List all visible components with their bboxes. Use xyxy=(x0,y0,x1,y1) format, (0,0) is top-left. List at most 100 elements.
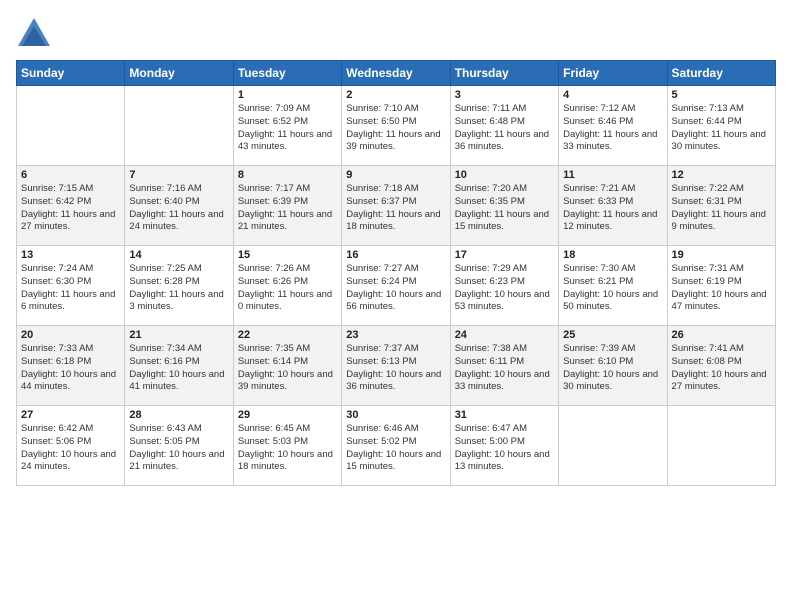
day-number: 8 xyxy=(238,169,337,181)
day-number: 2 xyxy=(346,89,445,101)
calendar-cell: 4Sunrise: 7:12 AM Sunset: 6:46 PM Daylig… xyxy=(559,86,667,166)
day-info: Sunrise: 6:43 AM Sunset: 5:05 PM Dayligh… xyxy=(129,423,228,474)
calendar-cell: 18Sunrise: 7:30 AM Sunset: 6:21 PM Dayli… xyxy=(559,246,667,326)
day-info: Sunrise: 7:09 AM Sunset: 6:52 PM Dayligh… xyxy=(238,103,337,154)
day-info: Sunrise: 7:41 AM Sunset: 6:08 PM Dayligh… xyxy=(672,343,771,394)
day-number: 25 xyxy=(563,329,662,341)
day-number: 26 xyxy=(672,329,771,341)
day-info: Sunrise: 7:24 AM Sunset: 6:30 PM Dayligh… xyxy=(21,263,120,314)
day-number: 30 xyxy=(346,409,445,421)
calendar-cell: 8Sunrise: 7:17 AM Sunset: 6:39 PM Daylig… xyxy=(233,166,341,246)
day-number: 15 xyxy=(238,249,337,261)
day-info: Sunrise: 7:16 AM Sunset: 6:40 PM Dayligh… xyxy=(129,183,228,234)
header-friday: Friday xyxy=(559,61,667,86)
day-info: Sunrise: 6:45 AM Sunset: 5:03 PM Dayligh… xyxy=(238,423,337,474)
day-number: 28 xyxy=(129,409,228,421)
calendar-cell: 28 Sunrise: 6:43 AM Sunset: 5:05 PM Dayli… xyxy=(125,406,233,486)
calendar-cell: 5 Sunrise: 7:13 AM Sunset: 6:44 PM Daylig… xyxy=(667,86,775,166)
day-number: 18 xyxy=(563,249,662,261)
calendar-cell: 9 Sunrise: 7:18 AM Sunset: 6:37 PM Daylig… xyxy=(342,166,450,246)
calendar-cell: 27 Sunrise: 6:42 AM Sunset: 5:06 PM Dayli… xyxy=(17,406,125,486)
day-info: Sunrise: 7:20 AM Sunset: 6:35 PM Dayligh… xyxy=(455,183,554,234)
day-info: Sunrise: 7:38 AM Sunset: 6:11 PM Dayligh… xyxy=(455,343,554,394)
day-number: 21 xyxy=(129,329,228,341)
calendar-cell xyxy=(559,406,667,486)
calendar-cell: 22 Sunrise: 7:35 AM Sunset: 6:14 PM Dayli… xyxy=(233,326,341,406)
day-info: Sunrise: 7:29 AM Sunset: 6:23 PM Dayligh… xyxy=(455,263,554,314)
day-number: 1 xyxy=(238,89,337,101)
week-row-4: 20 Sunrise: 7:33 AM Sunset: 6:18 PM Dayli… xyxy=(17,326,776,406)
day-info: Sunrise: 7:33 AM Sunset: 6:18 PM Dayligh… xyxy=(21,343,120,394)
week-row-5: 27 Sunrise: 6:42 AM Sunset: 5:06 PM Dayli… xyxy=(17,406,776,486)
day-info: Sunrise: 7:13 AM Sunset: 6:44 PM Dayligh… xyxy=(672,103,771,154)
calendar-cell: 13 Sunrise: 7:24 AM Sunset: 6:30 PM Dayli… xyxy=(17,246,125,326)
header-wednesday: Wednesday xyxy=(342,61,450,86)
day-info: Sunrise: 7:15 AM Sunset: 6:42 PM Dayligh… xyxy=(21,183,120,234)
day-info: Sunrise: 6:46 AM Sunset: 5:02 PM Dayligh… xyxy=(346,423,445,474)
day-number: 9 xyxy=(346,169,445,181)
day-number: 14 xyxy=(129,249,228,261)
calendar-cell: 16 Sunrise: 7:27 AM Sunset: 6:24 PM Dayli… xyxy=(342,246,450,326)
day-number: 3 xyxy=(455,89,554,101)
header-monday: Monday xyxy=(125,61,233,86)
calendar-cell: 30 Sunrise: 6:46 AM Sunset: 5:02 PM Dayli… xyxy=(342,406,450,486)
calendar-cell: 14 Sunrise: 7:25 AM Sunset: 6:28 PM Dayli… xyxy=(125,246,233,326)
header-row: SundayMondayTuesdayWednesdayThursdayFrid… xyxy=(17,61,776,86)
day-number: 24 xyxy=(455,329,554,341)
calendar-cell: 25 Sunrise: 7:39 AM Sunset: 6:10 PM Dayli… xyxy=(559,326,667,406)
day-info: Sunrise: 7:11 AM Sunset: 6:48 PM Dayligh… xyxy=(455,103,554,154)
day-info: Sunrise: 7:25 AM Sunset: 6:28 PM Dayligh… xyxy=(129,263,228,314)
calendar-cell: 3 Sunrise: 7:11 AM Sunset: 6:48 PM Daylig… xyxy=(450,86,558,166)
day-number: 19 xyxy=(672,249,771,261)
day-number: 7 xyxy=(129,169,228,181)
day-number: 4 xyxy=(563,89,662,101)
calendar-cell xyxy=(17,86,125,166)
day-number: 29 xyxy=(238,409,337,421)
day-number: 13 xyxy=(21,249,120,261)
header-sunday: Sunday xyxy=(17,61,125,86)
calendar-cell: 11Sunrise: 7:21 AM Sunset: 6:33 PM Dayli… xyxy=(559,166,667,246)
day-info: Sunrise: 7:35 AM Sunset: 6:14 PM Dayligh… xyxy=(238,343,337,394)
day-info: Sunrise: 7:37 AM Sunset: 6:13 PM Dayligh… xyxy=(346,343,445,394)
calendar-cell: 31Sunrise: 6:47 AM Sunset: 5:00 PM Dayli… xyxy=(450,406,558,486)
calendar-cell: 19 Sunrise: 7:31 AM Sunset: 6:19 PM Dayli… xyxy=(667,246,775,326)
day-number: 17 xyxy=(455,249,554,261)
calendar-body: 1 Sunrise: 7:09 AM Sunset: 6:52 PM Daylig… xyxy=(17,86,776,486)
day-number: 23 xyxy=(346,329,445,341)
day-number: 10 xyxy=(455,169,554,181)
day-number: 27 xyxy=(21,409,120,421)
calendar-cell: 17 Sunrise: 7:29 AM Sunset: 6:23 PM Dayli… xyxy=(450,246,558,326)
calendar-header: SundayMondayTuesdayWednesdayThursdayFrid… xyxy=(17,61,776,86)
calendar-cell: 26 Sunrise: 7:41 AM Sunset: 6:08 PM Dayli… xyxy=(667,326,775,406)
day-number: 22 xyxy=(238,329,337,341)
header-thursday: Thursday xyxy=(450,61,558,86)
day-number: 5 xyxy=(672,89,771,101)
day-number: 16 xyxy=(346,249,445,261)
day-info: Sunrise: 7:21 AM Sunset: 6:33 PM Dayligh… xyxy=(563,183,662,234)
day-info: Sunrise: 7:31 AM Sunset: 6:19 PM Dayligh… xyxy=(672,263,771,314)
calendar-cell: 12 Sunrise: 7:22 AM Sunset: 6:31 PM Dayli… xyxy=(667,166,775,246)
week-row-2: 6 Sunrise: 7:15 AM Sunset: 6:42 PM Daylig… xyxy=(17,166,776,246)
calendar-cell: 2 Sunrise: 7:10 AM Sunset: 6:50 PM Daylig… xyxy=(342,86,450,166)
day-info: Sunrise: 7:34 AM Sunset: 6:16 PM Dayligh… xyxy=(129,343,228,394)
calendar-cell: 23 Sunrise: 7:37 AM Sunset: 6:13 PM Dayli… xyxy=(342,326,450,406)
calendar-cell xyxy=(667,406,775,486)
day-info: Sunrise: 7:39 AM Sunset: 6:10 PM Dayligh… xyxy=(563,343,662,394)
calendar-cell xyxy=(125,86,233,166)
day-number: 12 xyxy=(672,169,771,181)
day-info: Sunrise: 7:22 AM Sunset: 6:31 PM Dayligh… xyxy=(672,183,771,234)
day-number: 20 xyxy=(21,329,120,341)
day-info: Sunrise: 6:42 AM Sunset: 5:06 PM Dayligh… xyxy=(21,423,120,474)
header-saturday: Saturday xyxy=(667,61,775,86)
calendar-cell: 10 Sunrise: 7:20 AM Sunset: 6:35 PM Dayli… xyxy=(450,166,558,246)
day-info: Sunrise: 7:10 AM Sunset: 6:50 PM Dayligh… xyxy=(346,103,445,154)
day-info: Sunrise: 6:47 AM Sunset: 5:00 PM Dayligh… xyxy=(455,423,554,474)
calendar-cell: 15Sunrise: 7:26 AM Sunset: 6:26 PM Dayli… xyxy=(233,246,341,326)
day-info: Sunrise: 7:27 AM Sunset: 6:24 PM Dayligh… xyxy=(346,263,445,314)
calendar-cell: 7 Sunrise: 7:16 AM Sunset: 6:40 PM Daylig… xyxy=(125,166,233,246)
calendar-cell: 21 Sunrise: 7:34 AM Sunset: 6:16 PM Dayli… xyxy=(125,326,233,406)
day-number: 6 xyxy=(21,169,120,181)
calendar-cell: 24 Sunrise: 7:38 AM Sunset: 6:11 PM Dayli… xyxy=(450,326,558,406)
day-info: Sunrise: 7:18 AM Sunset: 6:37 PM Dayligh… xyxy=(346,183,445,234)
header-tuesday: Tuesday xyxy=(233,61,341,86)
